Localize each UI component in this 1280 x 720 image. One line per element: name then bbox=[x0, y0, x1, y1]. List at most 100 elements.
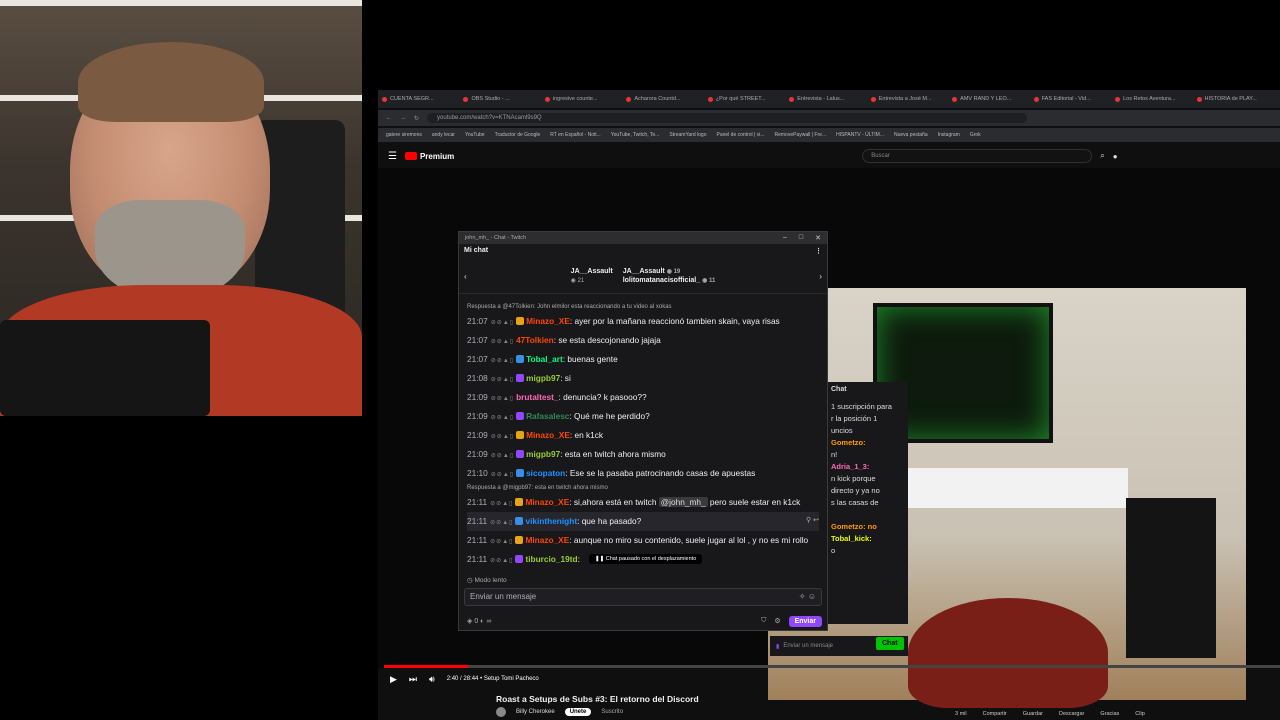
bookmark-item[interactable]: StreamYard logo bbox=[669, 132, 706, 138]
chat-message[interactable]: 21:10 ⊘⊘▲▯ sicopaton: Ese se la pasaba pat… bbox=[467, 464, 819, 483]
bookmark-item[interactable]: Traductor de Google bbox=[495, 132, 541, 138]
chat-input[interactable]: Enviar un mensaje ✧ ☺ bbox=[464, 588, 822, 606]
next-icon[interactable]: ⏭ bbox=[409, 674, 417, 685]
chat-username[interactable]: migpb97 bbox=[526, 449, 560, 459]
video-action-button[interactable]: Clip bbox=[1135, 711, 1144, 717]
chat-username[interactable]: brutaltest_ bbox=[516, 392, 558, 402]
chat-username[interactable]: migpb97 bbox=[526, 373, 560, 383]
chat-message[interactable]: 21:09 ⊘⊘▲▯ Minazo_XE: en k1ck bbox=[467, 426, 819, 445]
close-icon[interactable]: ✕ bbox=[815, 234, 821, 242]
bookmark-item[interactable]: Panel de control | vi... bbox=[717, 132, 765, 138]
browser-tab[interactable]: FAS Editorial - Vid... bbox=[1033, 92, 1113, 106]
emote-icon[interactable]: ☺ bbox=[808, 592, 816, 601]
mic-icon[interactable]: ● bbox=[1113, 152, 1118, 161]
video-action-button[interactable]: Gracias bbox=[1100, 711, 1119, 717]
channel-avatar[interactable] bbox=[496, 707, 506, 717]
bookmark-item[interactable]: RemovePaywall | Fre... bbox=[775, 132, 827, 138]
subscribed-button[interactable]: Suscrito bbox=[601, 709, 623, 715]
browser-tab[interactable]: Entrevista a José M... bbox=[870, 92, 950, 106]
chat-username[interactable]: Minazo_XE bbox=[526, 430, 570, 440]
search-icon[interactable]: ⌕ bbox=[1100, 151, 1104, 161]
browser-tab[interactable]: CUENTA SEGR... bbox=[382, 92, 461, 106]
url-bar: ← → ↻ youtube.com/watch?v=KTNAcaml9s9Q bbox=[378, 110, 1280, 126]
youtube-logo[interactable]: Premium bbox=[404, 152, 454, 161]
secondary-chat-line: uncios bbox=[831, 426, 853, 435]
browser-tab[interactable]: Acharora Countd... bbox=[626, 92, 705, 106]
mention[interactable]: @john_mh_ bbox=[658, 496, 708, 507]
bookmark-item[interactable]: HISPANTV - ÚLTIM... bbox=[836, 132, 884, 138]
bookmark-item[interactable]: andy lecar bbox=[432, 132, 455, 138]
bookmark-item[interactable]: YouTube, Twitch, Te... bbox=[611, 132, 660, 138]
browser-tab[interactable]: OBS Studio - ... bbox=[463, 92, 542, 106]
chat-paused-banner[interactable]: ❚❚ Chat pausado con el desplazamiento bbox=[589, 554, 703, 564]
mic-icon[interactable]: ▮ bbox=[776, 643, 779, 650]
video-action-button[interactable]: 3 mil bbox=[955, 711, 967, 717]
webcam-overlay bbox=[0, 0, 362, 416]
address-input[interactable]: youtube.com/watch?v=KTNAcaml9s9Q bbox=[427, 113, 1028, 123]
secondary-chat-line: s las casas de bbox=[831, 498, 879, 507]
shield-icon[interactable]: ⛉ bbox=[761, 617, 766, 625]
microphone bbox=[0, 320, 210, 416]
video-action-button[interactable]: Compartir bbox=[983, 711, 1007, 717]
minimize-icon[interactable]: – bbox=[783, 234, 787, 242]
send-button[interactable]: Enviar bbox=[788, 615, 822, 627]
chat-username[interactable]: Minazo_XE bbox=[526, 316, 570, 326]
channel-name[interactable]: Billy Cherokee bbox=[516, 709, 555, 715]
twitch-chat-window: john_mh_ - Chat - Twitch – □ ✕ Mi chat ⋮ ‹… bbox=[458, 231, 828, 631]
channel-points[interactable]: ◈ 0 ◐ ∞ bbox=[467, 617, 491, 625]
bookmark-item[interactable]: Grok bbox=[970, 132, 981, 138]
forward-icon[interactable]: → bbox=[400, 115, 406, 121]
menu-icon[interactable]: ☰ bbox=[388, 151, 397, 162]
search-input[interactable]: Buscar bbox=[862, 149, 1093, 163]
chat-username[interactable]: sicopaton bbox=[526, 468, 565, 478]
channel-2[interactable]: JA__Assault ◉ 19 lolitomatanacisofficial… bbox=[623, 268, 716, 284]
browser-tab[interactable]: Los Retos Aventura... bbox=[1115, 92, 1194, 106]
chat-message[interactable]: 21:11 ⊘⊘▲▯ Minazo_XE: si,ahora está en twi… bbox=[467, 493, 819, 512]
chat-message-highlighted[interactable]: 21:11 ⊘⊘▲▯ vikinthenight: que ha pasado? ⚲… bbox=[467, 512, 819, 531]
chat-message[interactable]: 21:07 ⊘⊘▲▯ 47Tolkien: se esta descojonando… bbox=[467, 331, 819, 350]
join-button[interactable]: Únete bbox=[564, 708, 592, 716]
bookmark-item[interactable]: gatere siremons bbox=[386, 132, 422, 138]
tab-favicon-icon bbox=[1033, 96, 1039, 102]
video-progress-bar[interactable] bbox=[384, 665, 1280, 668]
video-action-button[interactable]: Guardar bbox=[1023, 711, 1043, 717]
secondary-chat-button[interactable]: Chat bbox=[876, 637, 904, 650]
video-action-button[interactable]: Descargar bbox=[1059, 711, 1084, 717]
volume-icon[interactable]: 🔊︎ bbox=[429, 674, 435, 685]
channel-1[interactable]: JA__Assault ◉ 21 bbox=[571, 268, 613, 284]
chat-message[interactable]: 21:11 ⊘⊘▲▯ Minazo_XE: aunque no miro su co… bbox=[467, 531, 819, 550]
bookmark-item[interactable]: YouTube bbox=[465, 132, 485, 138]
play-icon[interactable]: ▶ bbox=[390, 674, 397, 685]
more-icon[interactable]: ⋮ bbox=[815, 247, 822, 255]
browser-tab[interactable]: HISTORIA de PLAY... bbox=[1196, 92, 1276, 106]
chat-username[interactable]: 47Tolkien bbox=[516, 335, 554, 345]
chat-username[interactable]: Rafasalesc bbox=[526, 411, 569, 421]
chat-message[interactable]: 21:09 ⊘⊘▲▯ migpb97: esta en twitch ahora m… bbox=[467, 445, 819, 464]
chat-messages[interactable]: Respuesta a @47Tolkien: John elmilor est… bbox=[459, 302, 827, 576]
secondary-chat-line: directo y ya no bbox=[831, 486, 880, 495]
chevron-right-icon[interactable]: › bbox=[819, 271, 822, 281]
chevron-left-icon[interactable]: ‹ bbox=[464, 271, 467, 281]
chat-message[interactable]: 21:09 ⊘⊘▲▯ brutaltest_: denuncia? k pasooo… bbox=[467, 388, 819, 407]
secondary-chat-line: o bbox=[831, 546, 836, 555]
browser-tab[interactable]: Entrevista - Lalus... bbox=[789, 92, 868, 106]
browser-tab[interactable]: AMV RAND Y LEO... bbox=[952, 92, 1031, 106]
browser-tab[interactable]: ingresive counte... bbox=[544, 92, 624, 106]
maximize-icon[interactable]: □ bbox=[799, 234, 803, 242]
chat-username[interactable]: Tobal_art bbox=[526, 354, 563, 364]
chat-message[interactable]: 21:08 ⊘⊘▲▯ migpb97: si bbox=[467, 369, 819, 388]
bookmark-item[interactable]: Instagram bbox=[938, 132, 960, 138]
browser-tab[interactable]: ¿Por qué STREET... bbox=[707, 92, 787, 106]
bits-icon[interactable]: ✧ bbox=[799, 592, 806, 601]
chat-message[interactable]: 21:07 ⊘⊘▲▯ Minazo_XE: ayer por la mañana r… bbox=[467, 312, 819, 331]
bookmark-item[interactable]: Nueva pestaña bbox=[894, 132, 928, 138]
pin-icon[interactable]: ⚲ bbox=[806, 517, 811, 524]
chat-message[interactable]: 21:07 ⊘⊘▲▯ Tobal_art: buenas gente bbox=[467, 350, 819, 369]
reply-icon[interactable]: ↩ bbox=[813, 517, 819, 524]
chat-message[interactable]: 21:09 ⊘⊘▲▯ Rafasalesc: Qué me he perdido? bbox=[467, 407, 819, 426]
gear-icon[interactable]: ⚙ bbox=[774, 617, 780, 625]
back-icon[interactable]: ← bbox=[386, 115, 392, 121]
reload-icon[interactable]: ↻ bbox=[414, 115, 419, 122]
bookmark-item[interactable]: RT en Español - Noti... bbox=[550, 132, 600, 138]
my-chat-title: Mi chat bbox=[464, 247, 489, 254]
